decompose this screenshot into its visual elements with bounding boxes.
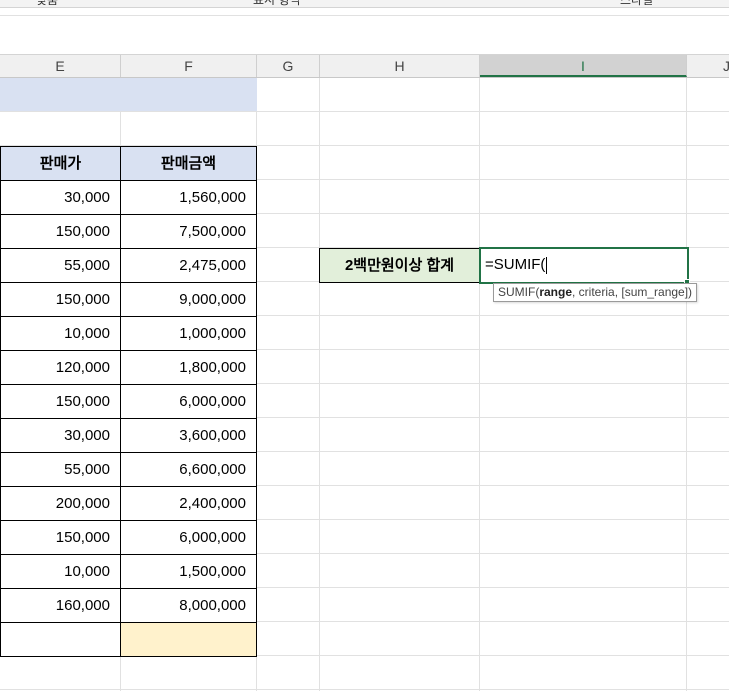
formula-text: =SUMIF(	[485, 256, 546, 273]
column-header-h[interactable]: H	[320, 55, 480, 77]
table-cell-sale-price[interactable]: 150,000	[0, 520, 121, 555]
text-cursor	[546, 256, 548, 274]
tooltip-current-argument: range	[539, 285, 573, 299]
ribbon-group-label-alignment: 맞춤	[36, 0, 59, 7]
tooltip-remaining-arguments: , criteria, [sum_range])	[572, 285, 693, 299]
table-cell-sale-price[interactable]: 200,000	[0, 486, 121, 521]
ribbon-separator	[0, 8, 729, 16]
table-cell-sale-price[interactable]: 30,000	[0, 180, 121, 215]
column-header-g[interactable]: G	[257, 55, 320, 77]
gridline	[686, 78, 687, 691]
table-cell-sale-price[interactable]: 55,000	[0, 452, 121, 487]
table-cell-sale-price[interactable]: 150,000	[0, 282, 121, 317]
table-cell-sale-price[interactable]: 30,000	[0, 418, 121, 453]
table-cell-sale-amount[interactable]: 7,500,000	[120, 214, 257, 249]
table-cell-sale-amount[interactable]: 3,600,000	[120, 418, 257, 453]
table-cell-sale-price[interactable]: 150,000	[0, 384, 121, 419]
gridline	[0, 689, 729, 690]
column-header-e[interactable]: E	[0, 55, 121, 77]
table-cell-sale-amount[interactable]: 1,800,000	[120, 350, 257, 385]
ribbon-group-label-number: 표시 형식	[253, 0, 301, 7]
table-cell-sale-price[interactable]: 10,000	[0, 316, 121, 351]
gridline	[319, 78, 320, 691]
ribbon-group-label-styles: 스타일	[620, 0, 654, 7]
table-cell-sale-amount[interactable]: 9,000,000	[120, 282, 257, 317]
function-argument-tooltip[interactable]: SUMIF(range, criteria, [sum_range])	[493, 283, 698, 302]
column-header-j[interactable]: J	[687, 55, 729, 77]
total-row-cell[interactable]	[0, 622, 121, 657]
column-header-f[interactable]: F	[121, 55, 257, 77]
table-cell-sale-amount[interactable]: 1,500,000	[120, 554, 257, 589]
table-cell-sale-price[interactable]: 55,000	[0, 248, 121, 283]
ribbon-bottom-strip: 맞춤 표시 형식 스타일	[0, 0, 729, 8]
tooltip-function-name: SUMIF(	[498, 285, 540, 299]
table-cell-sale-amount[interactable]: 8,000,000	[120, 588, 257, 623]
active-formula-cell[interactable]: =SUMIF(	[479, 247, 689, 284]
table-cell-sale-amount[interactable]: 1,000,000	[120, 316, 257, 351]
table-cell-sale-price[interactable]: 160,000	[0, 588, 121, 623]
summary-label-cell[interactable]: 2백만원이상 합계	[319, 248, 480, 283]
table-cell-sale-price[interactable]: 150,000	[0, 214, 121, 249]
table-cell-sale-amount[interactable]: 2,400,000	[120, 486, 257, 521]
table-cell-sale-amount[interactable]: 6,000,000	[120, 384, 257, 419]
gridline	[479, 78, 480, 691]
table-cell-sale-amount[interactable]: 1,560,000	[120, 180, 257, 215]
table-cell-sale-amount[interactable]: 2,475,000	[120, 248, 257, 283]
column-header-i[interactable]: I	[480, 55, 687, 77]
table-cell-sale-price[interactable]: 10,000	[0, 554, 121, 589]
total-amount-cell[interactable]	[120, 622, 257, 657]
gridline	[0, 111, 729, 112]
worksheet-grid[interactable]: 판매가 판매금액 30,000 1,560,000 150,000 7,500,000…	[0, 78, 729, 691]
formula-bar-area	[0, 17, 729, 55]
table-cell-sale-amount[interactable]: 6,000,000	[120, 520, 257, 555]
table-cell-sale-price[interactable]: 120,000	[0, 350, 121, 385]
table-header-sale-price[interactable]: 판매가	[0, 146, 121, 181]
title-band-cell[interactable]	[0, 78, 257, 111]
column-header-bar: E F G H I J	[0, 55, 729, 78]
table-cell-sale-amount[interactable]: 6,600,000	[120, 452, 257, 487]
table-header-sale-amount[interactable]: 판매금액	[120, 146, 257, 181]
